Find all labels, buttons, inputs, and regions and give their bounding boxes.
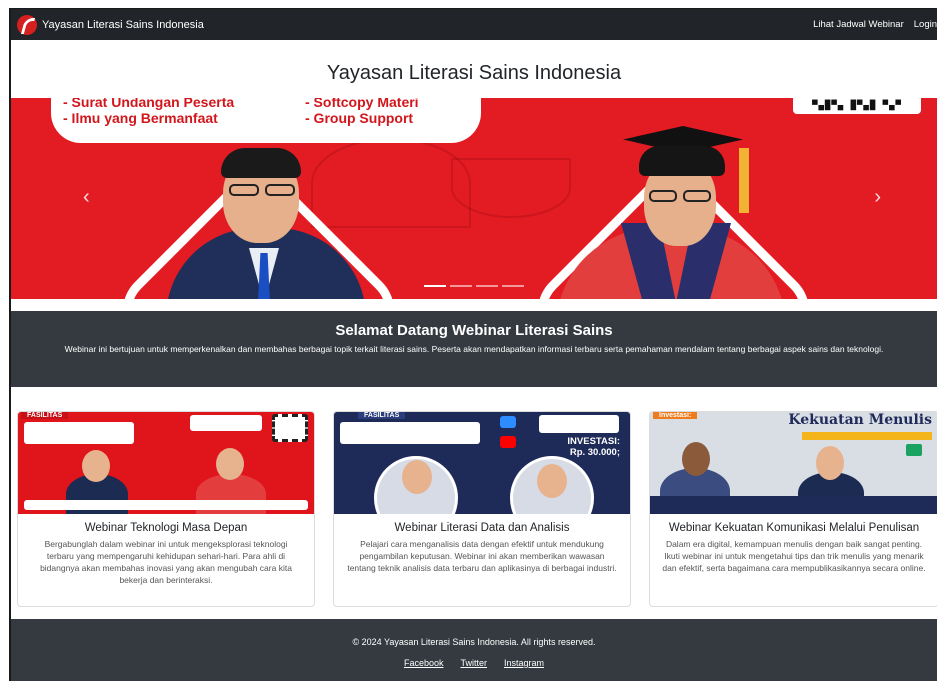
footer-link-instagram[interactable]: Instagram [504, 658, 544, 668]
card-text: Bergabunglah dalam webinar ini untuk men… [40, 539, 292, 585]
brand-logo-icon [17, 14, 37, 35]
browser-viewport: Yayasan Literasi Sains Indonesia Lihat J… [9, 8, 937, 681]
navbar: Yayasan Literasi Sains Indonesia Lihat J… [11, 9, 937, 40]
card-text: Pelajari cara menganalisis data dengan e… [347, 539, 617, 573]
qr-code-icon [272, 414, 308, 442]
brand[interactable]: Yayasan Literasi Sains Indonesia [17, 14, 204, 35]
carousel-indicator[interactable] [502, 285, 524, 287]
speaker-left-face [402, 460, 432, 494]
scales-watermark [311, 138, 471, 228]
hero-carousel: - Surat Undangan Peserta - Ilmu yang Ber… [11, 98, 937, 299]
card-title[interactable]: Webinar Kekuatan Komunikasi Melalui Penu… [650, 521, 937, 535]
scales-watermark-2 [451, 158, 571, 218]
facility-item: - Group Support [305, 110, 414, 126]
card-image-tag: FASILITAS [21, 412, 69, 419]
nav-links: Lihat Jadwal Webinar Login [813, 19, 937, 30]
zoom-icon [500, 416, 516, 428]
carousel-indicator[interactable] [424, 285, 446, 287]
card-text: Dalam era digital, kemampuan menulis den… [662, 539, 926, 573]
speaker-left-face [682, 442, 710, 476]
webinar-cards: FASILITAS Webinar Teknologi Masa Depan B… [11, 387, 937, 607]
tassel-icon [739, 148, 749, 213]
welcome-text: Webinar ini bertujuan untuk memperkenalk… [64, 344, 884, 354]
facility-item: - Softcopy Materi [305, 98, 419, 110]
youtube-icon [500, 436, 516, 448]
footer-links: Facebook Twitter Instagram [11, 658, 937, 668]
card-image-tag: Investasi: [653, 412, 698, 419]
card-image-header: Kekuatan Menulis [788, 412, 932, 428]
footer-link-twitter[interactable]: Twitter [460, 658, 487, 668]
card-image-facilities [24, 422, 134, 444]
brand-name: Yayasan Literasi Sains Indonesia [42, 18, 204, 31]
page-title: Yayasan Literasi Sains Indonesia [326, 61, 622, 84]
webinar-card[interactable]: Investasi: Kekuatan Menulis Webinar Keku… [649, 411, 937, 607]
facilities-list-left: - Surat Undangan Peserta - Ilmu yang Ber… [63, 98, 234, 126]
carousel-indicator[interactable] [450, 285, 472, 287]
carousel-next-icon[interactable]: › [874, 186, 881, 209]
webinar-card[interactable]: FASILITAS Webinar Teknologi Masa Depan B… [17, 411, 315, 607]
card-image-invest: INVESTASI: Rp. 30.000; [567, 436, 620, 458]
glasses-icon [229, 184, 259, 196]
speaker-left-face [82, 450, 110, 482]
welcome-section: Selamat Datang Webinar Literasi Sains We… [11, 311, 937, 387]
speaker-right-face [537, 464, 567, 498]
footer: © 2024 Yayasan Literasi Sains Indonesia.… [11, 619, 937, 681]
card-title[interactable]: Webinar Teknologi Masa Depan [18, 521, 314, 535]
card-image: Investasi: Kekuatan Menulis [650, 412, 937, 514]
footer-copyright: © 2024 Yayasan Literasi Sains Indonesia.… [352, 637, 596, 647]
nav-link-login[interactable]: Login [914, 19, 937, 30]
glasses-icon [683, 190, 711, 202]
speaker-right-hair [639, 146, 725, 176]
footer-link-facebook[interactable]: Facebook [404, 658, 444, 668]
speaker-left-hair [221, 148, 301, 178]
card-image-facilities [340, 422, 480, 444]
card-image: FASILITAS [18, 412, 314, 514]
glasses-icon [265, 184, 295, 196]
card-image-info [539, 415, 619, 433]
carousel-prev-icon[interactable]: ‹ [83, 186, 90, 209]
nav-link-jadwal-webinar[interactable]: Lihat Jadwal Webinar [813, 19, 904, 30]
speaker-right-face [816, 446, 844, 480]
welcome-title: Selamat Datang Webinar Literasi Sains [335, 322, 613, 339]
glasses-icon [649, 190, 677, 202]
carousel-indicators [11, 285, 937, 287]
speaker-right-face [216, 448, 244, 480]
card-image-date-bar [802, 432, 932, 440]
card-image: FASILITAS INVESTASI: Rp. 30.000; [334, 412, 630, 514]
card-image-footer [24, 500, 308, 510]
facility-item: - Surat Undangan Peserta [63, 98, 235, 110]
google-meet-icon [906, 444, 922, 456]
qr-code-strip: ▀▄█▀▄ █▀▄█ ▀▄▀ [793, 98, 921, 114]
card-image-footer [650, 496, 937, 514]
carousel-indicator[interactable] [476, 285, 498, 287]
facilities-banner: - Surat Undangan Peserta - Ilmu yang Ber… [51, 98, 481, 143]
facilities-list-right: - Softcopy Materi - Group Support [305, 98, 419, 126]
webinar-card[interactable]: FASILITAS INVESTASI: Rp. 30.000; Webinar… [333, 411, 631, 607]
card-image-tag: FASILITAS [358, 412, 406, 419]
card-title[interactable]: Webinar Literasi Data dan Analisis [334, 521, 630, 535]
card-image-info [190, 415, 262, 431]
facility-item: - Ilmu yang Bermanfaat [63, 110, 218, 126]
